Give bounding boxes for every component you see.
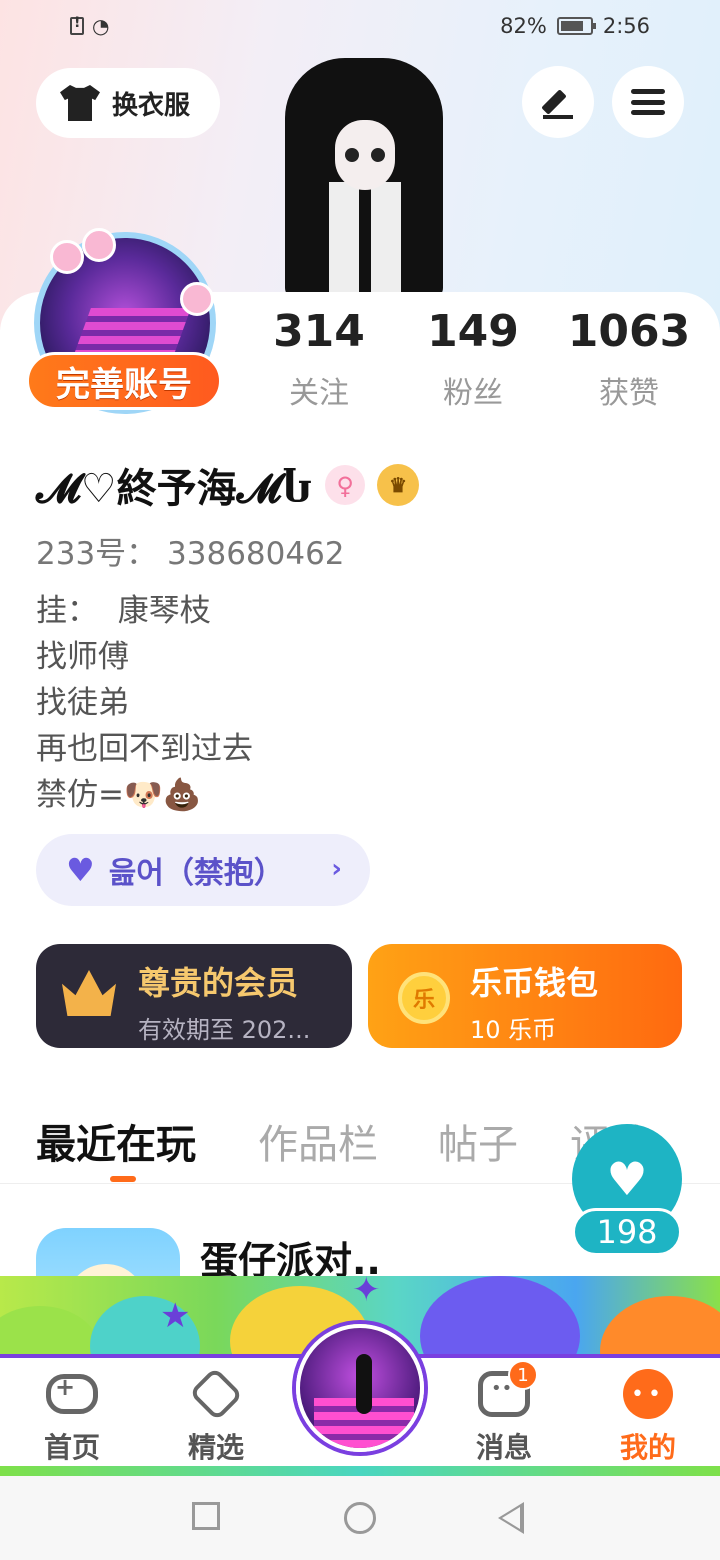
nav-messages-label: 消息 <box>475 1431 532 1464</box>
bio: 挂： 康琴枝 找师傅 找徒弟 再也回不到过去 禁仿=🐶💩 <box>36 588 253 818</box>
likes-count: 1063 <box>567 306 691 357</box>
me-icon: •• <box>623 1369 673 1419</box>
tab-works[interactable]: 作品栏 <box>258 1112 378 1170</box>
nav-icon-container: •• <box>620 1368 676 1420</box>
followers-label: 粉丝 <box>443 376 503 411</box>
center-avatar-button[interactable] <box>296 1324 424 1452</box>
like-button[interactable]: ♥ 198 <box>572 1124 682 1258</box>
status-right: 82% 2:56 <box>500 14 650 38</box>
bio-line: 找师傅 <box>36 639 129 675</box>
nav-decoration-stripe <box>0 1466 720 1476</box>
crown-icon <box>62 970 116 1016</box>
wallet-card-title: 乐币钱包 <box>470 964 599 1002</box>
nav-me-label: 我的 <box>619 1431 676 1464</box>
nav-featured-label: 精选 <box>187 1431 244 1464</box>
tab-recently-played[interactable]: 最近在玩 <box>36 1112 196 1170</box>
avatar-character[interactable] <box>285 58 443 298</box>
home-button[interactable] <box>344 1502 376 1534</box>
vip-card-title: 尊贵的会员 <box>138 964 299 1002</box>
nav-me[interactable]: •• 我的 <box>598 1368 698 1466</box>
change-outfit-button[interactable]: 换衣服 <box>36 68 220 138</box>
like-count: 198 <box>572 1208 682 1256</box>
flower-decoration <box>180 282 214 316</box>
unread-badge: 1 <box>508 1360 538 1390</box>
flower-decoration <box>50 240 84 274</box>
edit-profile-button[interactable] <box>522 66 594 138</box>
character-eye <box>345 148 359 162</box>
flower-decoration <box>82 228 116 262</box>
complete-account-button[interactable]: 完善账号 <box>26 352 222 410</box>
profile-stats: 314 关注 149 粉丝 1063 获赞 <box>240 308 710 418</box>
likes-label: 获赞 <box>599 376 659 411</box>
shirt-icon <box>60 85 100 121</box>
nav-icon-container <box>44 1368 100 1420</box>
bio-line: 再也回不到过去 <box>36 731 253 767</box>
star-icon: ✦ <box>352 1276 381 1310</box>
bio-line: 找徒弟 <box>36 685 129 721</box>
heart-icon: ♥ <box>66 851 95 889</box>
vip-card-subtitle: 有效期至 202... <box>138 1016 311 1044</box>
crown-badge-icon[interactable]: ♛ <box>377 464 420 506</box>
menu-button[interactable] <box>612 66 684 138</box>
pen-icon <box>541 85 575 119</box>
status-left: ◔ <box>70 14 109 38</box>
likes-stat[interactable]: 1063 获赞 <box>554 308 704 412</box>
user-id: 233号： 338680462 <box>36 536 345 572</box>
relationship-tag-label: 읊어（禁抱） <box>108 856 284 891</box>
female-icon: ♀ <box>325 465 366 505</box>
nickname: 𝓜♡終予海𝓜Ⴑ <box>36 465 314 512</box>
wifi-icon: ◔ <box>92 14 110 38</box>
battery-percent: 82% <box>500 14 547 38</box>
avatar-figure <box>356 1354 372 1414</box>
wallet-card-subtitle: 10 乐币 <box>470 1016 557 1044</box>
sim-alert-icon <box>70 15 84 35</box>
bio-line: 禁仿=🐶💩 <box>36 777 202 813</box>
nav-messages[interactable]: 1 消息 <box>454 1360 554 1466</box>
star-icon: ★ <box>160 1296 191 1336</box>
nav-home-label: 首页 <box>43 1431 100 1464</box>
status-bar: ◔ 82% 2:56 <box>0 0 720 56</box>
active-tab-indicator <box>110 1176 136 1182</box>
nav-icon-container: 1 <box>476 1360 538 1420</box>
coin-icon: 乐 <box>398 972 450 1024</box>
battery-icon <box>556 17 596 35</box>
heart-tab-icon <box>188 1366 244 1422</box>
recent-apps-button[interactable] <box>192 1502 220 1530</box>
nav-icon-container <box>188 1366 244 1422</box>
following-stat[interactable]: 314 关注 <box>244 308 394 412</box>
character-face <box>335 120 395 190</box>
following-count: 314 <box>273 306 365 357</box>
following-label: 关注 <box>289 376 349 411</box>
hamburger-icon <box>631 89 665 115</box>
relationship-tag-button[interactable]: ♥ 읊어（禁抱） › <box>36 834 370 906</box>
bio-line: 挂： 康琴枝 <box>36 593 211 629</box>
chevron-right-icon: › <box>331 854 342 884</box>
gamepad-icon <box>46 1373 98 1414</box>
nav-featured[interactable]: 精选 <box>166 1366 266 1466</box>
followers-stat[interactable]: 149 粉丝 <box>398 308 548 412</box>
wallet-card[interactable]: 乐 乐币钱包 10 乐币 <box>368 944 682 1048</box>
character-eye <box>371 148 385 162</box>
tab-posts[interactable]: 帖子 <box>438 1112 518 1170</box>
clock: 2:56 <box>602 14 650 38</box>
character-body <box>325 178 405 298</box>
change-outfit-label: 换衣服 <box>112 90 191 121</box>
followers-count: 149 <box>427 306 519 357</box>
nav-home[interactable]: 首页 <box>22 1368 122 1466</box>
back-button[interactable] <box>498 1502 524 1534</box>
nickname-row: 𝓜♡終予海𝓜Ⴑ ♀ ♛ <box>36 456 420 514</box>
system-navigation-bar <box>0 1476 720 1560</box>
vip-membership-card[interactable]: 尊贵的会员 有效期至 202... <box>36 944 352 1048</box>
